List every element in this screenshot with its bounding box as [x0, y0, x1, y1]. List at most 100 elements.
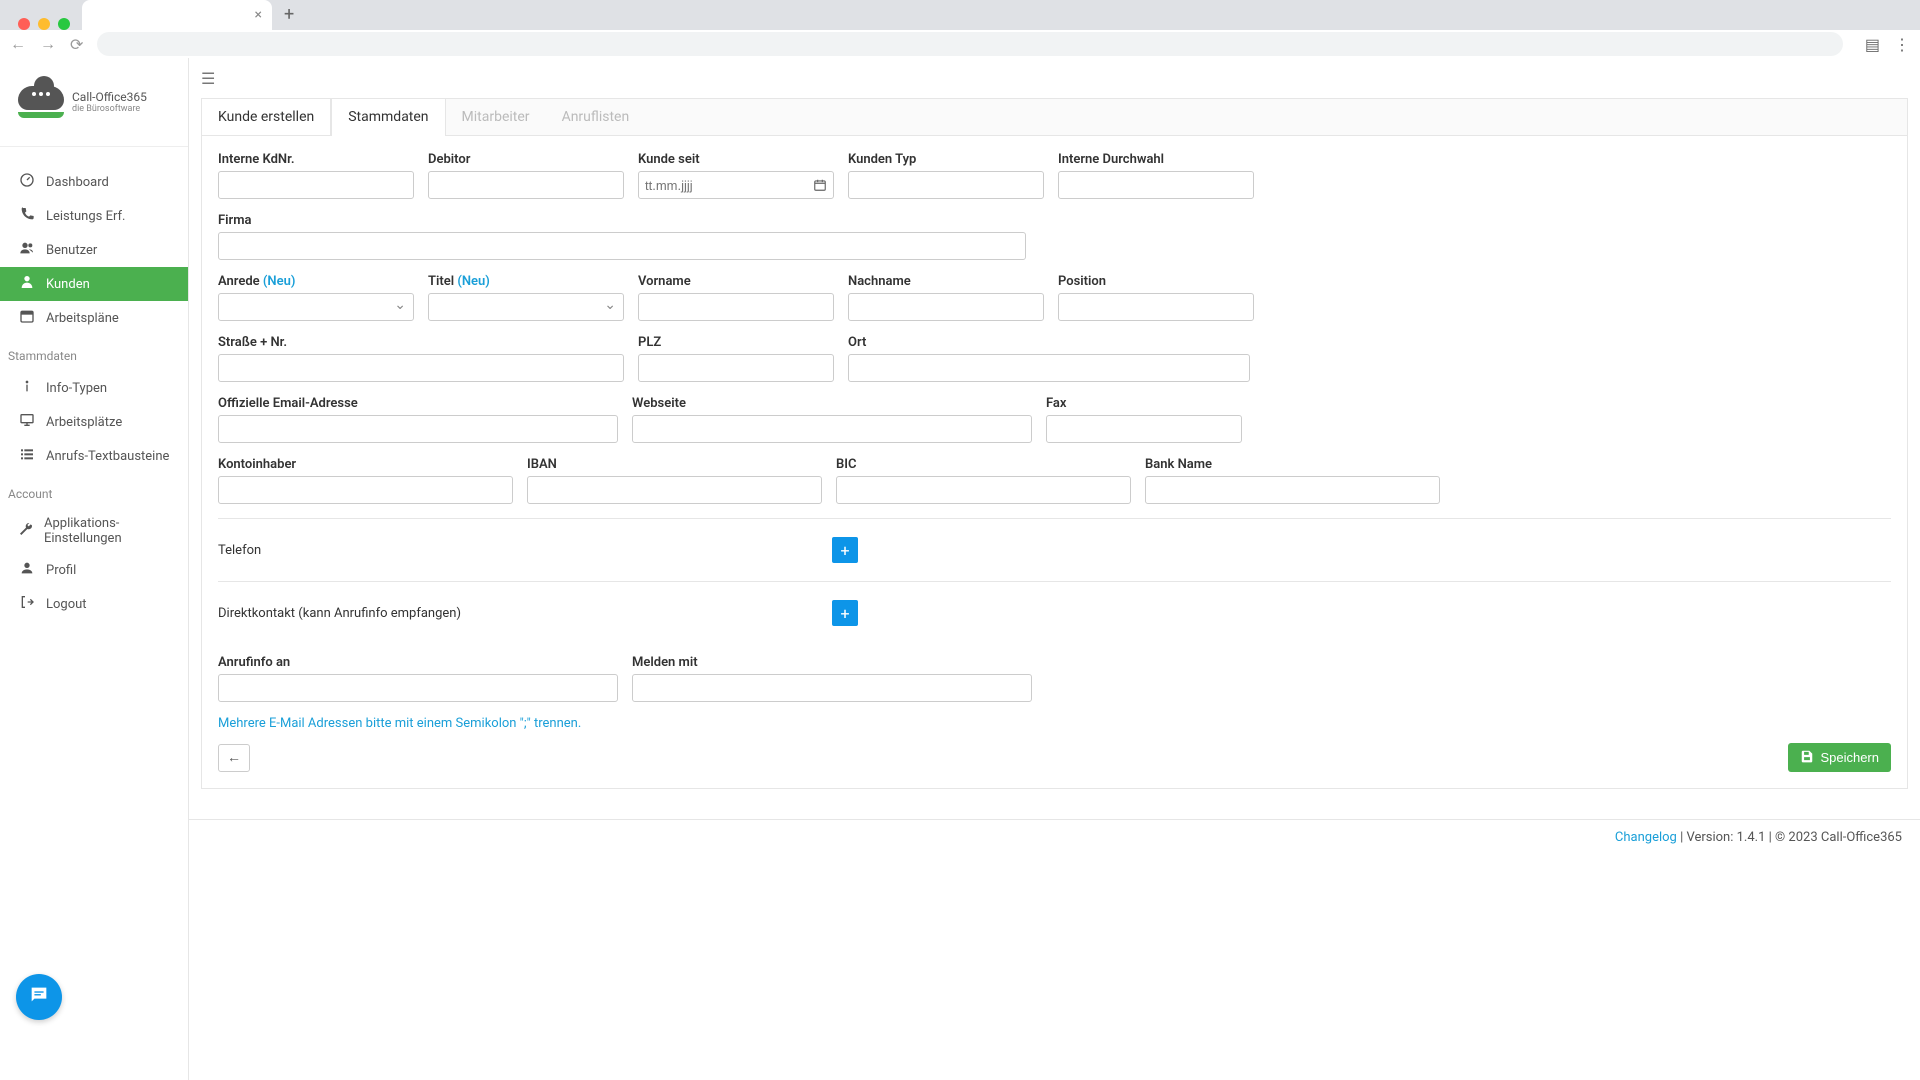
label-kunde-seit: Kunde seit	[638, 152, 834, 167]
sidebar-item-arbeitsplaetze[interactable]: Arbeitsplätze	[0, 405, 188, 439]
label-interne-kdnr: Interne KdNr.	[218, 152, 414, 167]
sidebar-item-textbausteine[interactable]: Anrufs-Textbausteine	[0, 439, 188, 473]
position-input[interactable]	[1058, 293, 1254, 321]
sidebar-item-profil[interactable]: Profil	[0, 553, 188, 587]
label-kunden-typ: Kunden Typ	[848, 152, 1044, 167]
kunde-seit-input[interactable]	[638, 171, 834, 199]
logo: Call-Office365 die Bürosoftware	[0, 76, 188, 147]
nachname-input[interactable]	[848, 293, 1044, 321]
label-vorname: Vorname	[638, 274, 834, 289]
titel-neu-link[interactable]: (Neu)	[457, 274, 490, 289]
page-title: Kunde erstellen	[202, 98, 331, 135]
sidebar-item-kunden[interactable]: Kunden	[0, 267, 188, 301]
label-firma: Firma	[218, 213, 1026, 228]
sidebar-item-label: Dashboard	[46, 175, 109, 190]
extensions-icon[interactable]: ▤	[1865, 35, 1880, 54]
ort-input[interactable]	[848, 354, 1250, 382]
label-titel: Titel (Neu)	[428, 274, 624, 289]
hamburger-icon[interactable]: ☰	[201, 69, 215, 88]
label-anrufinfo-an: Anrufinfo an	[218, 655, 618, 670]
tab-mitarbeiter[interactable]: Mitarbeiter	[446, 98, 546, 135]
save-button[interactable]: Speichern	[1788, 743, 1891, 772]
tab-anruflisten[interactable]: Anruflisten	[546, 98, 646, 135]
forward-icon[interactable]: →	[40, 34, 56, 54]
menu-icon[interactable]: ⋮	[1894, 35, 1910, 54]
strasse-input[interactable]	[218, 354, 624, 382]
back-button[interactable]: ←	[218, 744, 250, 772]
label-plz: PLZ	[638, 335, 834, 350]
changelog-link[interactable]: Changelog	[1615, 830, 1677, 845]
sidebar-item-label: Leistungs Erf.	[46, 209, 125, 224]
label-ort: Ort	[848, 335, 1250, 350]
close-tab-icon[interactable]: ×	[255, 7, 262, 23]
sidebar-item-label: Arbeitsplätze	[46, 415, 122, 430]
save-button-label: Speichern	[1820, 750, 1879, 765]
anrede-select[interactable]	[218, 293, 414, 321]
logout-icon	[18, 594, 36, 614]
sidebar-item-logout[interactable]: Logout	[0, 587, 188, 621]
sidebar-item-settings[interactable]: Applikations-Einstellungen	[0, 509, 188, 553]
save-icon	[1800, 749, 1814, 766]
minimize-window-icon[interactable]	[38, 18, 50, 30]
kunden-typ-input[interactable]	[848, 171, 1044, 199]
titel-select[interactable]	[428, 293, 624, 321]
email-input[interactable]	[218, 415, 618, 443]
label-strasse: Straße + Nr.	[218, 335, 624, 350]
interne-durchwahl-input[interactable]	[1058, 171, 1254, 199]
sidebar-item-leistungs[interactable]: Leistungs Erf.	[0, 199, 188, 233]
add-telefon-button[interactable]: +	[832, 537, 858, 563]
reload-icon[interactable]: ⟳	[70, 35, 83, 54]
debitor-input[interactable]	[428, 171, 624, 199]
maximize-window-icon[interactable]	[58, 18, 70, 30]
tabs: Kunde erstellen Stammdaten Mitarbeiter A…	[202, 98, 1907, 136]
anrede-neu-link[interactable]: (Neu)	[263, 274, 296, 289]
vorname-input[interactable]	[638, 293, 834, 321]
sidebar-item-benutzer[interactable]: Benutzer	[0, 233, 188, 267]
wrench-icon	[18, 521, 34, 541]
sidebar-item-arbeitsplaene[interactable]: Arbeitspläne	[0, 301, 188, 335]
sidebar-item-dashboard[interactable]: Dashboard	[0, 165, 188, 199]
bank-name-input[interactable]	[1145, 476, 1440, 504]
logo-icon	[18, 86, 64, 118]
helper-text: Mehrere E-Mail Adressen bitte mit einem …	[218, 716, 1891, 731]
anrufinfo-an-input[interactable]	[218, 674, 618, 702]
close-window-icon[interactable]	[18, 18, 30, 30]
tab-stammdaten[interactable]: Stammdaten	[331, 98, 445, 136]
webseite-input[interactable]	[632, 415, 1032, 443]
sidebar: Call-Office365 die Bürosoftware Dashboar…	[0, 58, 189, 1080]
iban-input[interactable]	[527, 476, 822, 504]
sidebar-item-label: Applikations-Einstellungen	[44, 516, 170, 546]
user-icon	[18, 560, 36, 580]
label-interne-durchwahl: Interne Durchwahl	[1058, 152, 1254, 167]
plz-input[interactable]	[638, 354, 834, 382]
bic-input[interactable]	[836, 476, 1131, 504]
new-tab-button[interactable]: +	[272, 0, 306, 30]
label-debitor: Debitor	[428, 152, 624, 167]
kontoinhaber-input[interactable]	[218, 476, 513, 504]
add-direktkontakt-button[interactable]: +	[832, 600, 858, 626]
interne-kdnr-input[interactable]	[218, 171, 414, 199]
sidebar-item-label: Kunden	[46, 277, 90, 292]
dashboard-icon	[18, 172, 36, 192]
label-melden-mit: Melden mit	[632, 655, 1032, 670]
label-webseite: Webseite	[632, 396, 1032, 411]
melden-mit-input[interactable]	[632, 674, 1032, 702]
label-fax: Fax	[1046, 396, 1242, 411]
browser-tab[interactable]: ×	[82, 0, 272, 30]
list-icon	[18, 446, 36, 466]
plus-icon: +	[840, 604, 849, 623]
address-bar[interactable]	[97, 32, 1842, 56]
arrow-left-icon: ←	[227, 749, 241, 766]
sidebar-section-account: Account	[0, 473, 188, 509]
calendar-icon	[18, 308, 36, 328]
footer: Changelog | Version: 1.4.1 | © 2023 Call…	[189, 819, 1920, 855]
chat-widget-button[interactable]	[16, 974, 62, 1020]
firma-input[interactable]	[218, 232, 1026, 260]
footer-version: | Version: 1.4.1 | © 2023 Call-Office365	[1677, 830, 1902, 845]
fax-input[interactable]	[1046, 415, 1242, 443]
sidebar-item-info-typen[interactable]: Info-Typen	[0, 371, 188, 405]
sidebar-item-label: Arbeitspläne	[46, 311, 119, 326]
sidebar-item-label: Benutzer	[46, 243, 97, 258]
form: Interne KdNr. Debitor Kunde seit Kunden …	[202, 136, 1907, 788]
back-icon[interactable]: ←	[10, 34, 26, 54]
